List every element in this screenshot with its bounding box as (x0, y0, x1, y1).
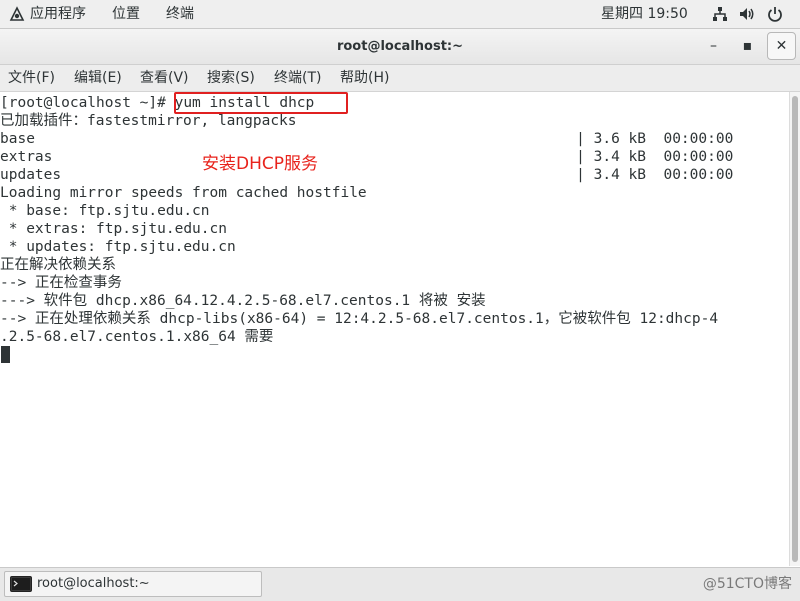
terminal-line: extras | 3.4 kB 00:00:00 (0, 149, 734, 165)
menu-view[interactable]: 查看(V) (140, 65, 189, 91)
terminal-app-menu[interactable]: 终端 (166, 0, 194, 28)
terminal-line: ---> 软件包 dhcp.x86_64.12.4.2.5-68.el7.cen… (0, 293, 486, 309)
minimize-icon: – (710, 38, 717, 54)
terminal-line: 已加载插件：fastestmirror, langpacks (0, 113, 297, 129)
menu-terminal[interactable]: 终端(T) (274, 65, 321, 91)
clock[interactable]: 星期四 19:50 (601, 0, 688, 28)
terminal-line: --> 正在处理依赖关系 dhcp-libs(x86-64) = 12:4.2.… (0, 311, 719, 327)
menu-bar: 文件(F) 编辑(E) 查看(V) 搜索(S) 终端(T) 帮助(H) (0, 65, 800, 92)
terminal-line: 正在解决依赖关系 (0, 257, 116, 273)
applications-menu[interactable]: 应用程序 (30, 0, 86, 28)
window-title: root@localhost:~ (336, 39, 464, 54)
taskbar-window-button[interactable]: root@localhost:~ (4, 571, 262, 597)
terminal-line: * updates: ftp.sjtu.edu.cn (0, 239, 236, 255)
applications-icon (9, 6, 25, 21)
terminal-scrollbar[interactable] (789, 92, 800, 566)
maximize-button[interactable]: ▪ (734, 33, 761, 59)
menu-help[interactable]: 帮助(H) (340, 65, 389, 91)
terminal-text: [root@localhost ~]# yum install dhcp 已加载… (0, 94, 733, 346)
command-highlight-box (174, 92, 348, 114)
terminal-line: .2.5-68.el7.centos.1.x86_64 需要 (0, 329, 274, 345)
menu-edit[interactable]: 编辑(E) (74, 65, 122, 91)
window-titlebar[interactable]: root@localhost:~ – ▪ ✕ (0, 29, 800, 65)
volume-icon[interactable] (738, 5, 756, 23)
menu-file[interactable]: 文件(F) (8, 65, 55, 91)
network-icon[interactable] (711, 5, 729, 23)
close-icon: ✕ (775, 38, 788, 54)
terminal-line: updates | 3.4 kB 00:00:00 (0, 167, 734, 183)
terminal-line: * base: ftp.sjtu.edu.cn (0, 203, 210, 219)
menu-search[interactable]: 搜索(S) (207, 65, 255, 91)
terminal-line: --> 正在检查事务 (0, 275, 122, 291)
power-icon[interactable] (766, 5, 784, 23)
terminal-line: base | 3.6 kB 00:00:00 (0, 131, 734, 147)
top-panel: 应用程序 位置 终端 星期四 19:50 (0, 0, 800, 29)
terminal-cursor (1, 346, 10, 363)
close-button[interactable]: ✕ (767, 32, 796, 60)
places-menu[interactable]: 位置 (112, 0, 140, 28)
taskbar: root@localhost:~ @51CTO博客 (0, 567, 800, 601)
maximize-icon: ▪ (742, 38, 753, 54)
taskbar-window-label: root@localhost:~ (37, 576, 150, 591)
minimize-button[interactable]: – (700, 33, 727, 59)
terminal-line: [root@localhost ~]# yum install dhcp (0, 95, 315, 111)
scrollbar-thumb[interactable] (792, 96, 798, 562)
terminal-line: * extras: ftp.sjtu.edu.cn (0, 221, 227, 237)
terminal-line: Loading mirror speeds from cached hostfi… (0, 185, 367, 201)
terminal-output[interactable]: [root@localhost ~]# yum install dhcp 已加载… (0, 92, 789, 566)
terminal-icon (10, 576, 32, 592)
watermark: @51CTO博客 (702, 576, 792, 592)
annotation-label: 安装DHCP服务 (202, 154, 318, 174)
